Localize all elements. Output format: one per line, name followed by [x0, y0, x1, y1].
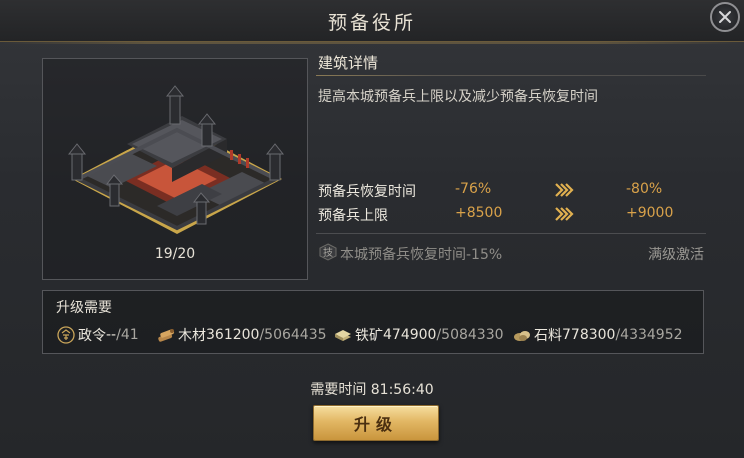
requirement-iron: 铁矿 474900 /5084330	[333, 325, 504, 345]
bonus-status: 满级激活	[648, 247, 704, 263]
resource-have: 474900	[383, 327, 437, 343]
detail-divider	[316, 75, 706, 76]
close-button[interactable]	[710, 2, 740, 32]
requirement-stone: 石料 778300 /4334952	[512, 325, 683, 345]
building-illustration	[67, 85, 285, 234]
detail-heading: 建筑详情	[318, 54, 379, 72]
stone-icon	[512, 326, 532, 344]
building-level: 19/20	[154, 246, 196, 262]
decree-icon	[56, 326, 76, 344]
wood-icon	[156, 326, 176, 344]
upgrade-time: 需要时间 81:56:40	[310, 382, 434, 398]
title-bar: 预备役所	[0, 0, 744, 44]
resource-name: 石料	[534, 328, 562, 344]
upgrade-button[interactable]: 升级	[313, 405, 439, 441]
stat-row-recovery-time: 预备兵恢复时间 -76% -80%	[318, 181, 708, 201]
stat-label: 预备兵上限	[318, 208, 388, 224]
close-icon	[719, 11, 731, 23]
resource-have: 361200	[206, 327, 260, 343]
building-description: 提高本城预备兵上限以及减少预备兵恢复时间	[318, 89, 598, 105]
stat-current-value: -76%	[455, 181, 492, 197]
resource-need: /4334952	[615, 327, 683, 343]
stat-current-value: +8500	[455, 205, 503, 221]
resource-have: 778300	[562, 327, 616, 343]
bonus-text: 本城预备兵恢复时间-15%	[340, 247, 503, 263]
resource-need: /5064435	[259, 327, 327, 343]
upgrade-arrow-icon	[555, 207, 574, 221]
window-title: 预备役所	[327, 12, 416, 34]
max-level-bonus: 技 本城预备兵恢复时间-15% 满级激活	[318, 243, 704, 263]
tech-badge-text: 技	[323, 246, 333, 259]
tech-badge-icon: 技	[318, 243, 338, 261]
building-panel: 预备役所 19/20 建筑详情 提高本城预备兵上限以及减少预备兵恢复时间 预备兵…	[0, 0, 744, 458]
requirements-heading: 升级需要	[56, 300, 112, 316]
stat-label: 预备兵恢复时间	[318, 184, 416, 200]
iron-icon	[333, 326, 353, 344]
resource-have: --	[106, 327, 117, 343]
upgrade-arrow-icon	[555, 183, 574, 197]
resource-need: /5084330	[436, 327, 504, 343]
bonus-divider	[316, 233, 706, 234]
stat-next-value: +9000	[626, 205, 674, 221]
resource-name: 木材	[178, 328, 206, 344]
resource-name: 铁矿	[355, 328, 383, 344]
requirement-decree: 政令 -- /41	[56, 325, 139, 345]
resource-need: /41	[116, 327, 139, 343]
resource-name: 政令	[78, 328, 106, 344]
stat-row-reserve-cap: 预备兵上限 +8500 +9000	[318, 205, 708, 225]
requirement-wood: 木材 361200 /5064435	[156, 325, 327, 345]
stat-next-value: -80%	[626, 181, 663, 197]
